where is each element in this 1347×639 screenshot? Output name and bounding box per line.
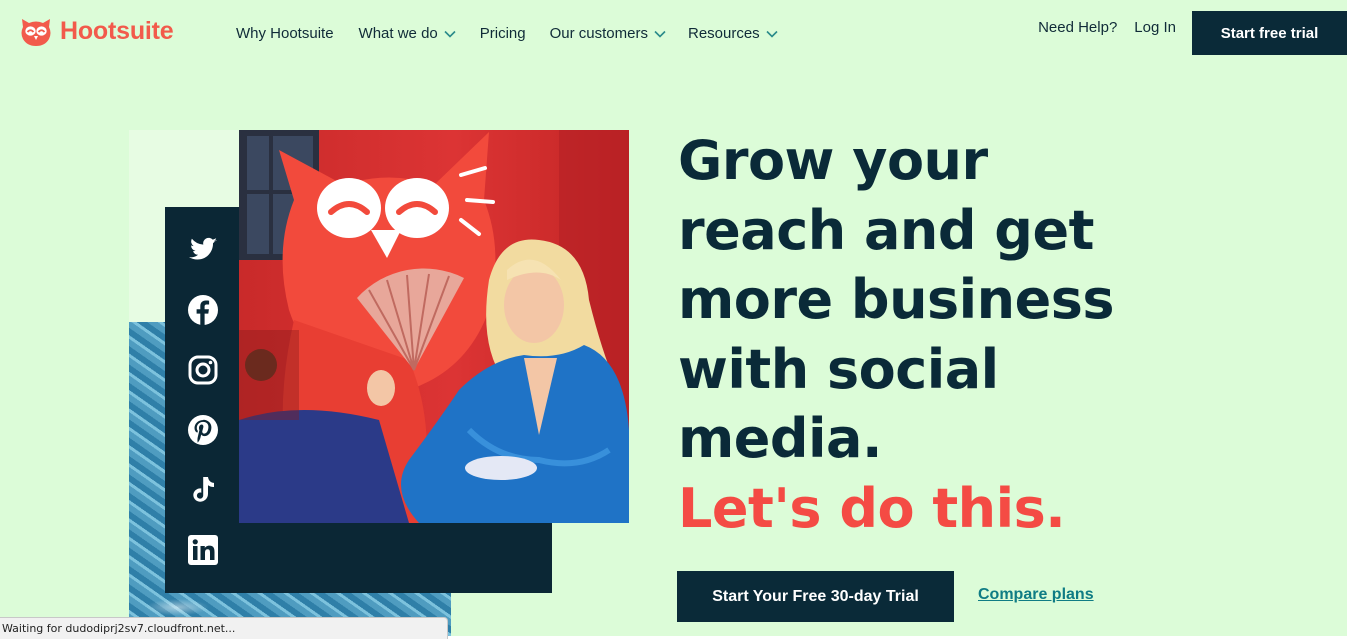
chevron-down-icon	[654, 30, 666, 38]
nav-label: Resources	[687, 24, 760, 42]
instagram-icon[interactable]	[185, 352, 221, 388]
twitter-icon[interactable]	[185, 231, 221, 267]
pinterest-icon[interactable]	[185, 412, 221, 448]
hero-photo	[239, 130, 629, 523]
hero-visual	[0, 0, 640, 639]
linkedin-icon[interactable]	[185, 532, 221, 568]
headline-line: more business	[678, 268, 1115, 331]
compare-plans-link[interactable]: Compare plans	[978, 586, 1094, 604]
log-in-link[interactable]: Log In	[1134, 19, 1176, 36]
headline-accent-line: Let's do this.	[678, 476, 1066, 540]
owl-mascot-with-woman-illustration	[239, 130, 629, 523]
start-30-day-trial-button[interactable]: Start Your Free 30-day Trial	[677, 571, 954, 622]
tiktok-icon[interactable]	[185, 472, 221, 508]
headline-line: reach and get	[678, 198, 1094, 262]
headline-line: with social	[678, 337, 999, 401]
facebook-icon[interactable]	[185, 292, 221, 328]
status-text: Waiting for dudodiprj2sv7.cloudfront.net…	[2, 622, 236, 635]
need-help-link[interactable]: Need Help?	[1038, 19, 1117, 36]
header-actions: Need Help? Log In Start free trial	[1038, 0, 1347, 55]
chevron-down-icon	[766, 30, 778, 38]
browser-status-bar: Waiting for dudodiprj2sv7.cloudfront.net…	[0, 617, 448, 639]
nav-resources[interactable]: Resources	[688, 25, 778, 42]
start-free-trial-button[interactable]: Start free trial	[1192, 11, 1347, 55]
hero-headline: Grow your reach and get more business wi…	[678, 126, 1238, 543]
headline-line: Grow your	[678, 129, 988, 192]
headline-line: media.	[678, 407, 883, 470]
